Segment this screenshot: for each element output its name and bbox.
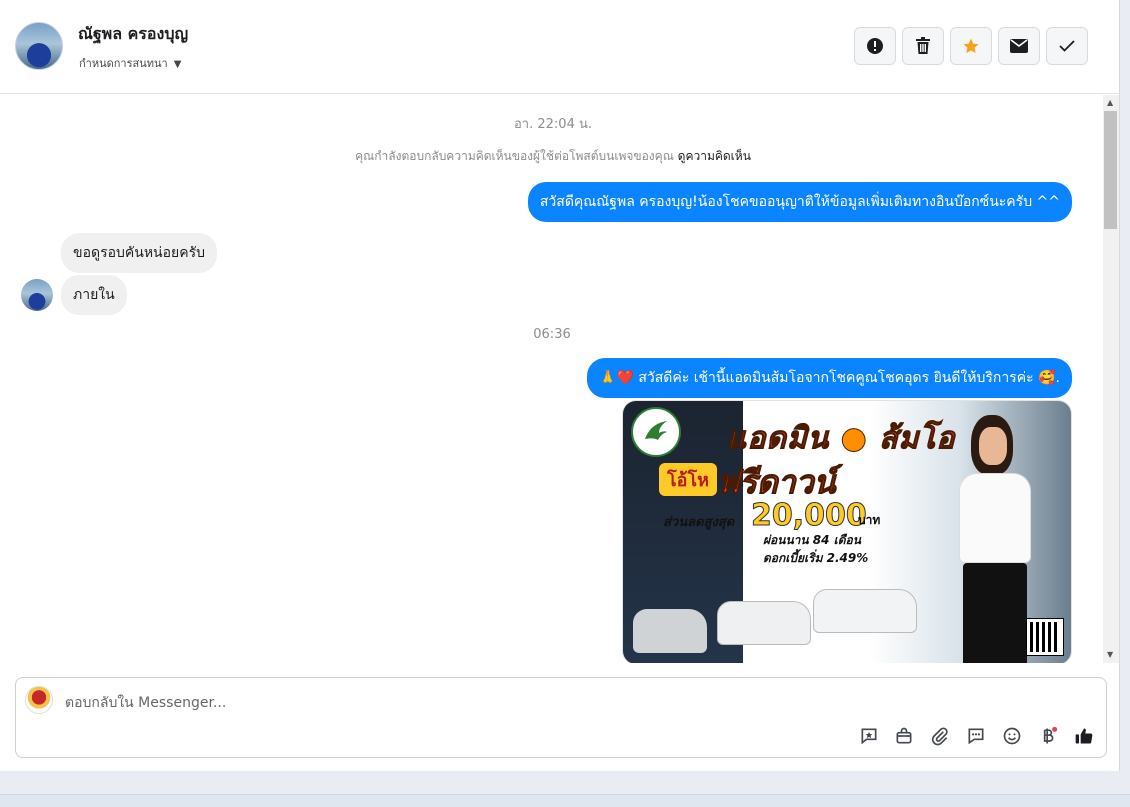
orange-fruit-icon: ● <box>840 421 868 457</box>
thread-scrollbar[interactable]: ▲ ▼ <box>1103 95 1119 663</box>
promo-image-attachment[interactable]: แอดมิน ● ส้มโอ โอ้โห ฟรีดาวน์ ส่วนลดสูงส… <box>622 400 1072 663</box>
incoming-message[interactable]: ภายใน <box>61 275 127 315</box>
system-note-text: คุณกำลังตอบกลับความคิดเห็นของผู้ใช้ต่อโพ… <box>355 149 674 163</box>
quick-replies-button[interactable] <box>964 724 988 748</box>
envelope-icon <box>1010 39 1028 53</box>
mark-done-button[interactable] <box>1046 27 1088 65</box>
model-shirt <box>959 473 1031 563</box>
car-image-sedan <box>633 609 707 653</box>
car-image-truck <box>813 589 917 633</box>
currency-label: บาท <box>858 513 881 527</box>
mark-unread-button[interactable] <box>998 27 1040 65</box>
thumbs-up-icon <box>1075 728 1093 744</box>
trash-icon <box>916 37 930 54</box>
rate-label: ดอกเบี้ยเริ่ม 2.49% <box>763 551 869 565</box>
star-icon <box>963 38 979 54</box>
timestamp: อา. 22:04 น. <box>514 117 592 132</box>
composer-input[interactable]: ตอบกลับใน Messenger... <box>65 692 226 714</box>
reply-composer[interactable]: ตอบกลับใน Messenger... <box>15 677 1107 758</box>
saved-reply-button[interactable] <box>857 724 881 748</box>
assign-label: กำหนดการสนทนา <box>79 57 168 70</box>
incoming-message[interactable]: ขอดูรอบคันหน่อยครับ <box>61 233 218 273</box>
promo-title: แอดมิน ● ส้มโอ <box>726 415 955 462</box>
emoji-button[interactable] <box>1000 724 1024 748</box>
baht-icon <box>1043 726 1058 744</box>
spam-button[interactable] <box>854 27 896 65</box>
paperclip-icon <box>931 727 948 746</box>
shopping-bag-icon <box>896 727 912 744</box>
car-image-pickup <box>717 601 811 645</box>
system-note: คุณกำลังตอบกลับความคิดเห็นของผู้ใช้ต่อโพ… <box>3 147 1103 166</box>
caret-down-icon: ▼ <box>173 59 182 70</box>
messenger-window: ณัฐพล ครองบุญ กำหนดการสนทนา ▼ อา. 22:04 น… <box>0 0 1120 771</box>
timestamp: 06:36 <box>533 327 571 342</box>
like-button[interactable] <box>1072 724 1096 748</box>
page-avatar <box>25 686 53 714</box>
star-button[interactable] <box>950 27 992 65</box>
qr-code <box>1026 618 1064 656</box>
chat-star-icon <box>861 728 877 745</box>
smiley-icon <box>1003 727 1021 745</box>
attach-button[interactable] <box>928 724 952 748</box>
check-icon <box>1059 40 1075 52</box>
chat-dots-icon <box>968 728 984 745</box>
os-taskbar <box>0 794 1130 807</box>
dealer-logo <box>631 407 681 457</box>
view-comment-link[interactable]: ดูความคิดเห็น <box>678 149 751 163</box>
outgoing-message[interactable]: 🙏❤️ สวัสดีค่ะ เช้านี้แอดมินส้มโอจากโชคคู… <box>587 358 1072 398</box>
model-pants <box>963 563 1027 663</box>
sender-avatar[interactable] <box>21 279 53 311</box>
scroll-down-arrow-icon[interactable]: ▼ <box>1107 650 1113 659</box>
conversation-header: ณัฐพล ครองบุญ กำหนดการสนทนา ▼ <box>0 0 1120 94</box>
contact-avatar[interactable] <box>15 22 63 70</box>
model-face <box>979 427 1007 465</box>
shop-button[interactable] <box>892 724 916 748</box>
outgoing-message[interactable]: สวัสดีคุณณัฐพล ครองบุญ!น้องโชคขออนุญาติใ… <box>527 182 1072 222</box>
term-label: ผ่อนนาน 84 เดือน <box>763 533 861 547</box>
scrollbar-thumb[interactable] <box>1104 111 1117 229</box>
discount-label: ส่วนลดสูงสุด <box>663 515 735 530</box>
scroll-up-arrow-icon[interactable]: ▲ <box>1107 98 1113 107</box>
message-thread: อา. 22:04 น. คุณกำลังตอบกลับความคิดเห็นข… <box>3 95 1103 663</box>
discount-amount: 20,000 <box>751 498 868 534</box>
contact-name[interactable]: ณัฐพล ครองบุญ <box>78 22 188 47</box>
delete-button[interactable] <box>902 27 944 65</box>
offer-badge: โอ้โห <box>659 463 718 496</box>
promo-title-text: แอดมิน <box>726 421 830 457</box>
assign-conversation-dropdown[interactable]: กำหนดการสนทนา ▼ <box>79 54 181 72</box>
payment-button[interactable] <box>1036 724 1060 748</box>
bird-logo-icon <box>645 421 667 440</box>
exclamation-circle-icon <box>867 38 883 54</box>
